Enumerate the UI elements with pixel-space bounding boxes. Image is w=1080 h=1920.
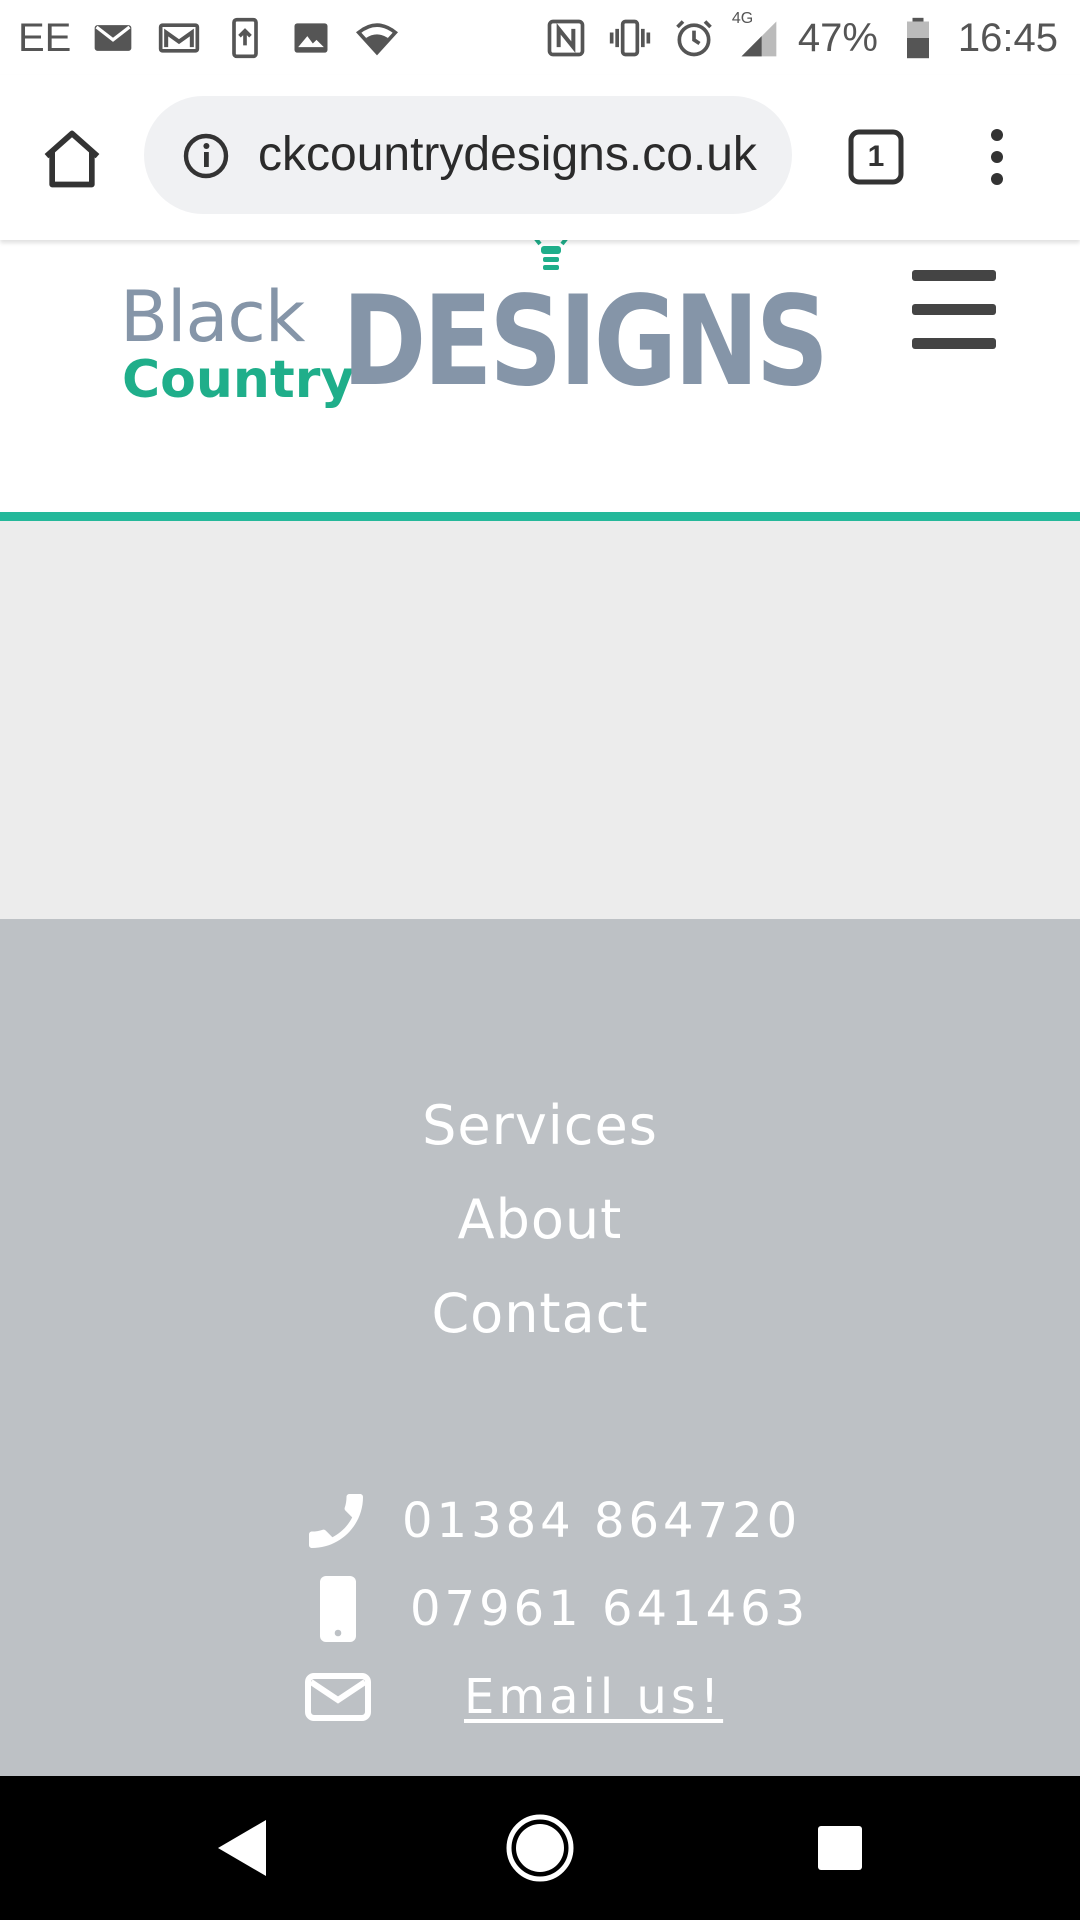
envelope-icon bbox=[302, 1661, 374, 1733]
site-logo[interactable]: Black Country DESIGNS bbox=[120, 232, 829, 420]
alarm-icon bbox=[670, 14, 718, 62]
hamburger-bar bbox=[912, 338, 996, 349]
status-bar: EE 4G 47% 16:45 bbox=[0, 0, 1080, 75]
site-header: Black Country DESIGNS bbox=[0, 232, 1080, 512]
gmail-icon bbox=[155, 14, 203, 62]
tab-count: 1 bbox=[867, 140, 885, 173]
hamburger-menu-icon[interactable] bbox=[912, 270, 996, 349]
info-icon[interactable] bbox=[182, 132, 230, 180]
signal-icon: 4G bbox=[732, 10, 782, 62]
home-icon[interactable] bbox=[38, 125, 106, 193]
mobile-phone-icon bbox=[302, 1573, 374, 1645]
footer-link-about[interactable]: About bbox=[0, 1173, 1080, 1267]
mail-icon bbox=[89, 14, 137, 62]
home-circle-icon[interactable] bbox=[504, 1812, 576, 1884]
nfc-icon bbox=[542, 14, 590, 62]
back-icon[interactable] bbox=[204, 1812, 276, 1884]
content-placeholder bbox=[0, 521, 1080, 919]
hamburger-bar bbox=[912, 270, 996, 281]
mobile-number[interactable]: 07961 641463 bbox=[410, 1569, 809, 1649]
url-text[interactable]: ckcountrydesigns.co.uk bbox=[258, 96, 757, 214]
carrier-label: EE bbox=[18, 15, 72, 60]
battery-percent: 47% bbox=[797, 15, 878, 60]
logo-word-designs: DESIGNS bbox=[342, 270, 829, 414]
shield-icon bbox=[353, 14, 401, 62]
phone-row[interactable]: 01384 864720 bbox=[0, 1481, 1080, 1561]
footer-link-services[interactable]: Services bbox=[0, 1079, 1080, 1173]
email-link[interactable]: Email us! bbox=[464, 1657, 723, 1737]
system-nav-bar bbox=[0, 1776, 1080, 1920]
logo-word-black: Black bbox=[120, 276, 305, 358]
phone-icon bbox=[300, 1485, 372, 1557]
image-icon bbox=[287, 14, 335, 62]
phone-number[interactable]: 01384 864720 bbox=[402, 1481, 801, 1561]
mobile-row[interactable]: 07961 641463 bbox=[0, 1569, 1080, 1649]
battery-icon bbox=[894, 14, 942, 62]
logo-word-country: Country bbox=[122, 350, 355, 410]
tab-switcher-button[interactable]: 1 bbox=[846, 127, 906, 187]
hamburger-bar bbox=[912, 304, 996, 315]
address-bar[interactable]: ckcountrydesigns.co.uk bbox=[144, 96, 792, 214]
recents-icon[interactable] bbox=[804, 1812, 876, 1884]
header-divider bbox=[0, 512, 1080, 521]
upload-icon bbox=[221, 14, 269, 62]
browser-toolbar: ckcountrydesigns.co.uk 1 bbox=[0, 75, 1080, 240]
network-label: 4G bbox=[731, 10, 754, 27]
footer-link-contact[interactable]: Contact bbox=[0, 1267, 1080, 1361]
clock: 16:45 bbox=[957, 15, 1058, 60]
overflow-menu-icon[interactable] bbox=[980, 125, 1014, 189]
site-footer: Services About Contact 01384 864720 0796… bbox=[0, 919, 1080, 1776]
footer-nav: Services About Contact bbox=[0, 1079, 1080, 1361]
email-row[interactable]: Email us! bbox=[0, 1657, 1080, 1737]
vibrate-icon bbox=[606, 14, 654, 62]
